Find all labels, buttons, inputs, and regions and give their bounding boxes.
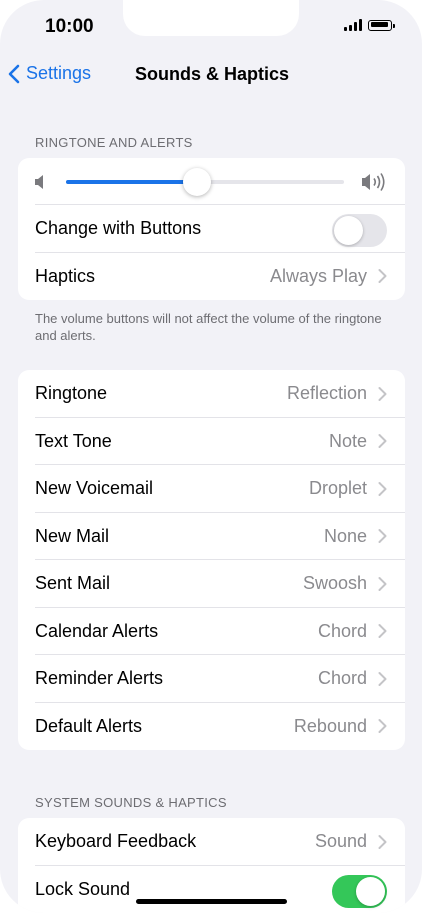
section-header-system: SYSTEM SOUNDS & HAPTICS	[35, 795, 227, 810]
volume-slider-knob[interactable]	[182, 168, 211, 196]
chevron-right-icon	[378, 434, 387, 449]
lock-sound-label: Lock Sound	[35, 878, 131, 899]
lock-sound-row: Lock Sound	[18, 866, 405, 913]
back-button[interactable]: Settings	[8, 63, 91, 84]
chevron-left-icon	[8, 64, 20, 83]
sound-setting-label: Text Tone	[35, 430, 112, 451]
chevron-right-icon	[378, 529, 387, 544]
navigation-bar: Settings Sounds & Haptics	[0, 56, 422, 96]
sound-setting-row[interactable]: Text Tone Note	[18, 418, 405, 465]
volume-slider[interactable]	[66, 168, 344, 196]
sound-setting-row[interactable]: New Mail None	[18, 513, 405, 560]
status-time: 10:00	[45, 16, 94, 37]
cellular-signal-icon	[344, 19, 362, 31]
chevron-right-icon	[378, 624, 387, 639]
home-indicator[interactable]	[136, 899, 287, 904]
keyboard-feedback-value: Sound	[314, 831, 367, 852]
lock-sound-toggle[interactable]	[332, 874, 387, 908]
sound-setting-value: Chord	[317, 620, 367, 641]
volume-footnote: The volume buttons will not affect the v…	[35, 311, 382, 343]
status-icons	[344, 19, 395, 31]
battery-icon	[368, 19, 395, 31]
sound-setting-value: Droplet	[308, 478, 367, 499]
phone-screen: 10:00 Settings Sounds & Haptics RINGTONE…	[0, 0, 422, 913]
sound-setting-value: Swoosh	[302, 573, 367, 594]
chevron-right-icon	[378, 576, 387, 591]
sound-setting-label: Reminder Alerts	[35, 668, 164, 689]
chevron-right-icon	[378, 481, 387, 496]
volume-slider-fill	[66, 180, 197, 184]
toggle-knob	[334, 216, 363, 245]
chevron-right-icon	[378, 834, 387, 849]
sound-setting-row[interactable]: New Voicemail Droplet	[18, 465, 405, 513]
sound-setting-value: None	[323, 525, 367, 546]
change-with-buttons-row: Change with Buttons	[18, 205, 405, 253]
keyboard-feedback-row[interactable]: Keyboard Feedback Sound	[18, 818, 405, 866]
notch	[123, 0, 299, 36]
section-header-ringtone: RINGTONE AND ALERTS	[35, 135, 193, 150]
sound-setting-value: Reflection	[286, 383, 367, 404]
sound-setting-label: Calendar Alerts	[35, 620, 159, 641]
sound-setting-label: Sent Mail	[35, 573, 111, 594]
sound-setting-row[interactable]: Ringtone Reflection	[18, 370, 405, 418]
page-title: Sounds & Haptics	[135, 64, 290, 84]
keyboard-feedback-label: Keyboard Feedback	[35, 831, 197, 852]
chevron-right-icon	[378, 671, 387, 686]
sound-setting-label: Default Alerts	[35, 715, 143, 736]
speaker-high-icon	[362, 173, 385, 191]
sound-setting-value: Note	[328, 430, 367, 451]
volume-slider-row	[18, 158, 405, 205]
sound-setting-row[interactable]: Reminder Alerts Chord	[18, 655, 405, 703]
sound-setting-row[interactable]: Default Alerts Rebound	[18, 703, 405, 751]
haptics-value: Always Play	[269, 265, 367, 286]
sound-setting-value: Chord	[317, 668, 367, 689]
sounds-group: Ringtone Reflection Text Tone Note New Voice…	[18, 370, 405, 750]
chevron-right-icon	[378, 269, 387, 284]
change-with-buttons-label: Change with Buttons	[35, 218, 202, 239]
ringtone-group: Change with Buttons Haptics Always Play	[18, 158, 405, 300]
speaker-low-icon	[35, 175, 43, 189]
sound-setting-value: Rebound	[293, 715, 367, 736]
chevron-right-icon	[378, 719, 387, 734]
sound-setting-row[interactable]: Calendar Alerts Chord	[18, 608, 405, 655]
back-label: Settings	[26, 63, 92, 83]
change-with-buttons-toggle[interactable]	[332, 214, 387, 247]
sound-setting-label: Ringtone	[35, 383, 108, 404]
toggle-knob	[356, 876, 385, 906]
haptics-row[interactable]: Haptics Always Play	[18, 253, 405, 301]
haptics-label: Haptics	[35, 265, 96, 286]
chevron-right-icon	[378, 386, 387, 401]
sound-setting-label: New Voicemail	[35, 478, 154, 499]
sound-setting-row[interactable]: Sent Mail Swoosh	[18, 560, 405, 608]
sound-setting-label: New Mail	[35, 525, 110, 546]
